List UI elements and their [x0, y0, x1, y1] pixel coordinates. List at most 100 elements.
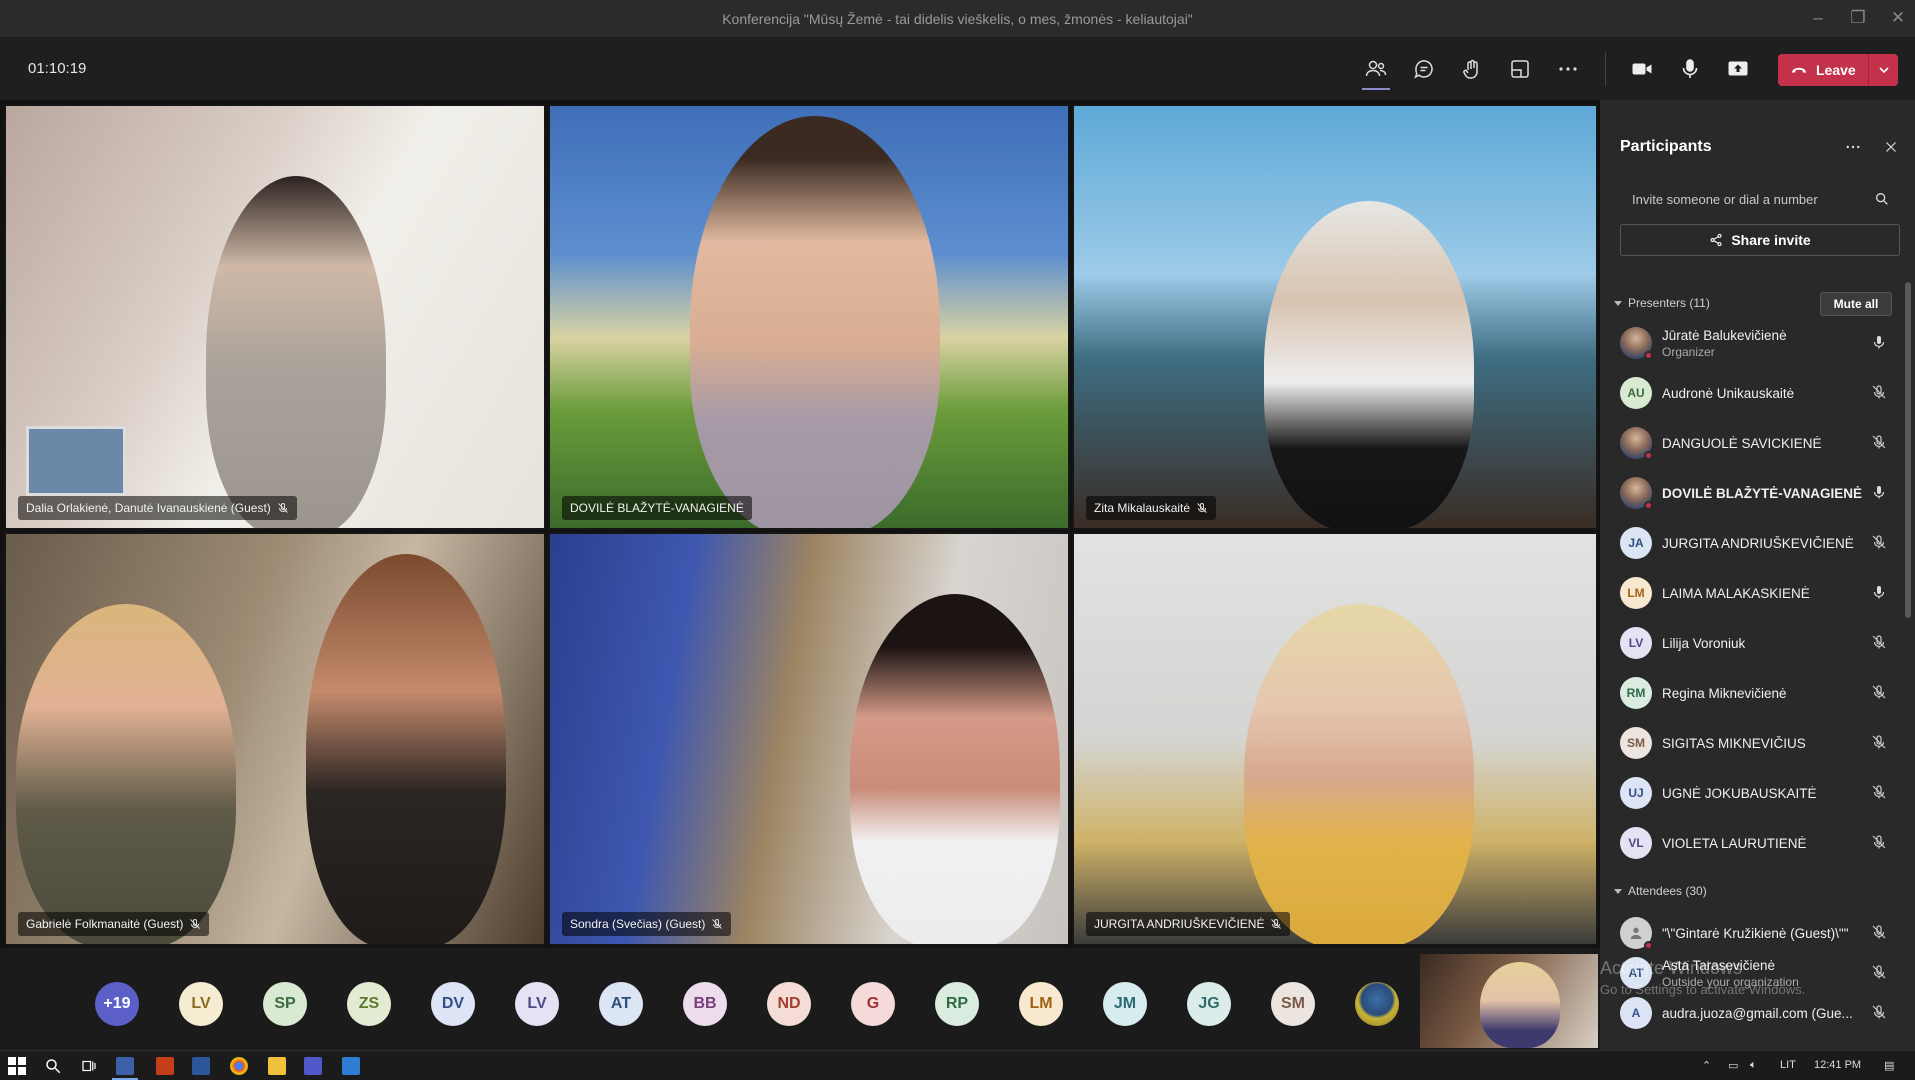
presenter-row[interactable]: JA JURGITA ANDRIUŠKEVIČIENĖ	[1620, 518, 1895, 568]
video-tile[interactable]: DOVILĖ BLAŽYTĖ-VANAGIENĖ	[548, 104, 1070, 530]
muted-mic-icon[interactable]	[1871, 384, 1887, 400]
participant-name: SIGITAS MIKNEVIČIUS	[1662, 735, 1806, 751]
avatar[interactable]: BB	[683, 982, 727, 1026]
presenter-row[interactable]: LV Lilija Voroniuk	[1620, 618, 1895, 668]
file-explorer-icon[interactable]	[268, 1057, 286, 1075]
video-tile[interactable]: JURGITA ANDRIUŠKEVIČIENĖ	[1072, 532, 1598, 946]
mute-all-button[interactable]: Mute all	[1820, 292, 1892, 316]
microphone-icon[interactable]	[1670, 52, 1710, 86]
meeting-timer: 01:10:19	[28, 60, 87, 77]
microphone-icon[interactable]	[1871, 484, 1887, 500]
share-icon	[1710, 233, 1722, 247]
search-icon[interactable]	[1874, 191, 1890, 212]
presenters-section-header[interactable]: Presenters (11)	[1614, 296, 1710, 310]
attendees-section-header[interactable]: Attendees (30)	[1614, 884, 1707, 898]
app-icon[interactable]	[342, 1057, 360, 1075]
participants-icon[interactable]	[1356, 52, 1396, 86]
avatar[interactable]: DV	[431, 982, 475, 1026]
close-window-icon[interactable]: ✕	[1886, 8, 1910, 28]
presenter-row[interactable]: DANGUOLĖ SAVICKIENĖ	[1620, 418, 1895, 468]
status-dot	[1644, 451, 1653, 460]
muted-mic-icon[interactable]	[1871, 924, 1887, 940]
muted-mic-icon[interactable]	[1871, 834, 1887, 850]
minimize-icon[interactable]: –	[1806, 8, 1830, 28]
taskbar-search-icon[interactable]	[44, 1057, 62, 1075]
powerpoint-icon[interactable]	[156, 1057, 174, 1075]
leave-button[interactable]: Leave	[1778, 54, 1898, 86]
microphone-icon[interactable]	[1871, 334, 1887, 350]
overflow-avatar[interactable]: +19	[95, 982, 139, 1026]
avatar[interactable]: ND	[767, 982, 811, 1026]
avatar[interactable]: LV	[515, 982, 559, 1026]
notifications-icon[interactable]: ▤	[1884, 1059, 1894, 1072]
invite-input[interactable]: Invite someone or dial a number	[1620, 184, 1900, 214]
avatar[interactable]: LM	[1019, 982, 1063, 1026]
avatar[interactable]: ZS	[347, 982, 391, 1026]
camera-icon[interactable]	[1622, 52, 1662, 86]
participant-name: Gabrielė Folkmanaitė (Guest)	[26, 917, 184, 931]
avatar[interactable]: JG	[1187, 982, 1231, 1026]
participant-subtitle: Organizer	[1662, 344, 1715, 359]
clock[interactable]: 12:41 PM	[1814, 1059, 1861, 1071]
presenter-row[interactable]: RM Regina Miknevičienė	[1620, 668, 1895, 718]
avatar[interactable]: JM	[1103, 982, 1147, 1026]
tray-chevron-icon[interactable]: ⌃	[1702, 1059, 1711, 1072]
more-actions-icon[interactable]	[1548, 52, 1588, 86]
video-tile[interactable]: Sondra (Svečias) (Guest)	[548, 532, 1070, 946]
presenter-row[interactable]: VL VIOLETA LAURUTIENĖ	[1620, 818, 1895, 868]
chrome-icon[interactable]	[230, 1057, 248, 1075]
share-invite-button[interactable]: Share invite	[1620, 224, 1900, 256]
chat-icon[interactable]	[1404, 52, 1444, 86]
muted-mic-icon[interactable]	[1871, 684, 1887, 700]
network-icon[interactable]: ▭	[1728, 1059, 1738, 1072]
volume-icon[interactable]: 🔈︎	[1750, 1059, 1757, 1072]
reactions-icon[interactable]	[1452, 52, 1492, 86]
participant-avatar: LV	[1620, 627, 1652, 659]
teams-icon[interactable]	[304, 1057, 322, 1075]
participant-avatar: AU	[1620, 377, 1652, 409]
avatar[interactable]: AT	[599, 982, 643, 1026]
muted-mic-icon[interactable]	[1871, 634, 1887, 650]
panel-scrollbar[interactable]	[1905, 282, 1911, 618]
word-icon[interactable]	[192, 1057, 210, 1075]
video-tile[interactable]: Dalia Orlakienė, Danutė Ivanauskienė (Gu…	[4, 104, 546, 530]
start-icon[interactable]	[8, 1057, 26, 1075]
keyboard-language[interactable]: LIT	[1780, 1059, 1796, 1071]
participant-name: Jūratė Balukevičienė	[1662, 327, 1787, 343]
app-icon[interactable]	[116, 1057, 134, 1075]
muted-mic-icon[interactable]	[1871, 434, 1887, 450]
avatar[interactable]: G	[851, 982, 895, 1026]
avatar[interactable]: SM	[1271, 982, 1315, 1026]
participant-name: Regina Miknevičienė	[1662, 685, 1787, 701]
presenter-row[interactable]: DOVILĖ BLAŽYTĖ-VANAGIENĖ	[1620, 468, 1895, 518]
panel-more-icon[interactable]	[1844, 138, 1862, 161]
video-tile[interactable]: Zita Mikalauskaitė	[1072, 104, 1598, 530]
self-view-video[interactable]	[1420, 954, 1598, 1048]
presenter-row[interactable]: AU Audronė Unikauskaitė	[1620, 368, 1895, 418]
photo-avatar[interactable]	[1355, 982, 1399, 1026]
presenter-row[interactable]: LM LAIMA MALAKASKIENĖ	[1620, 568, 1895, 618]
leave-options-chevron-icon[interactable]	[1868, 54, 1898, 86]
avatar[interactable]: SP	[263, 982, 307, 1026]
participant-avatar	[1620, 427, 1653, 460]
close-panel-icon[interactable]	[1882, 138, 1900, 161]
avatar[interactable]: RP	[935, 982, 979, 1026]
microphone-icon[interactable]	[1871, 584, 1887, 600]
share-screen-icon[interactable]	[1718, 52, 1758, 86]
muted-mic-icon[interactable]	[1871, 964, 1887, 980]
presenter-row[interactable]: UJ UGNĖ JOKUBAUSKAITĖ	[1620, 768, 1895, 818]
restore-icon[interactable]: ❐	[1846, 8, 1870, 28]
participant-avatar	[1620, 327, 1653, 360]
breakout-rooms-icon[interactable]	[1500, 52, 1540, 86]
muted-mic-icon[interactable]	[1871, 534, 1887, 550]
muted-mic-icon[interactable]	[1871, 784, 1887, 800]
avatar[interactable]: LV	[179, 982, 223, 1026]
presenter-row[interactable]: Jūratė Balukevičienė Organizer	[1620, 318, 1895, 368]
participant-name: Audronė Unikauskaitė	[1662, 385, 1795, 401]
video-tile[interactable]: Gabrielė Folkmanaitė (Guest)	[4, 532, 546, 946]
presenter-row[interactable]: SM SIGITAS MIKNEVIČIUS	[1620, 718, 1895, 768]
os-taskbar: ⌃ ▭ 🔈︎ LIT 12:41 PM ▤	[0, 1050, 1915, 1080]
muted-mic-icon[interactable]	[1871, 1004, 1887, 1020]
muted-mic-icon[interactable]	[1871, 734, 1887, 750]
task-view-icon[interactable]	[80, 1057, 98, 1075]
